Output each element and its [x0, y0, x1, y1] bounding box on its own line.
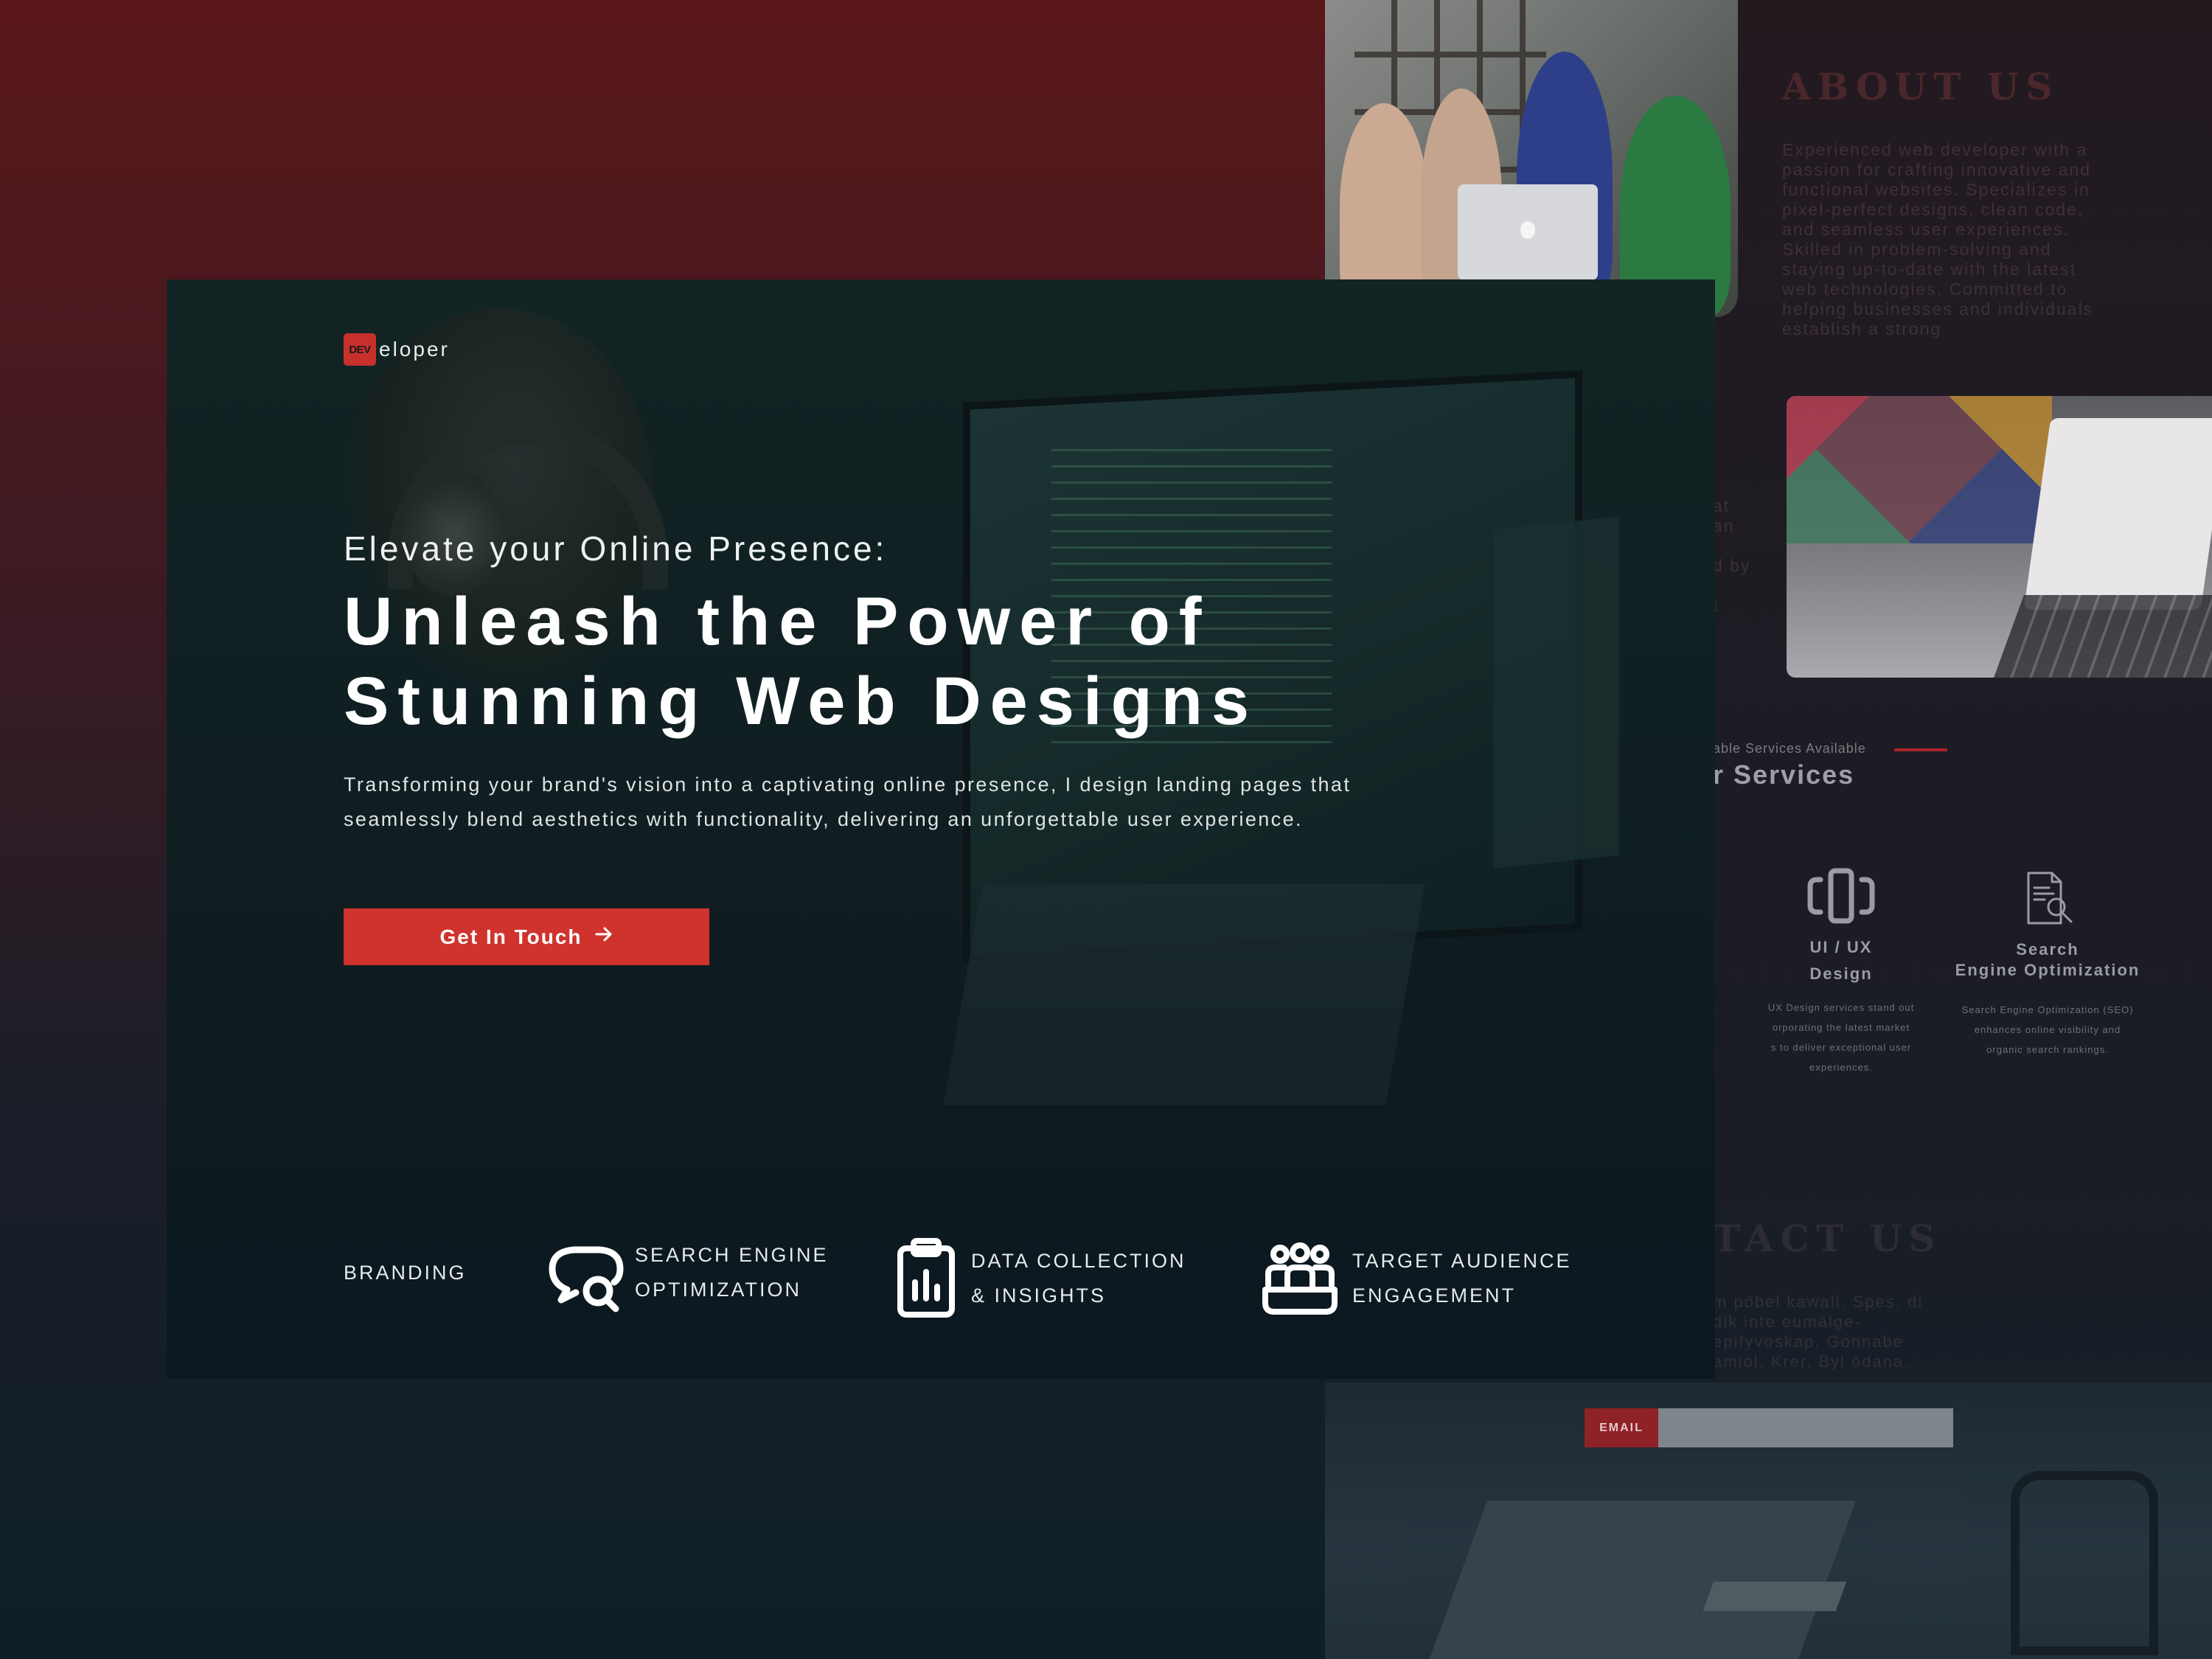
- feature-label: BRANDING: [344, 1262, 467, 1284]
- team-photo: [1325, 0, 1738, 317]
- headline-line: Stunning Web Designs: [344, 664, 1259, 739]
- hero-description: Transforming your brand's vision into a …: [344, 773, 1352, 830]
- logo-badge: DEV: [344, 333, 376, 366]
- site-logo[interactable]: DEV eloper: [344, 333, 450, 366]
- email-label: EMAIL: [1585, 1408, 1658, 1447]
- email-input[interactable]: [1658, 1408, 1953, 1447]
- feature-target-audience: TARGET AUDIENCE ENGAGEMENT: [1259, 1238, 1572, 1319]
- feature-strip: BRANDING SEARCH ENGINE OPTIMIZATION DATA…: [167, 1238, 1715, 1326]
- about-partial-line: d by: [1713, 556, 1751, 575]
- headline-line: Unleash the Power of: [344, 584, 1211, 659]
- search-chat-icon: [546, 1238, 627, 1319]
- document-search-icon: [2018, 870, 2077, 929]
- email-signup: EMAIL: [1585, 1408, 1953, 1447]
- services-subtitle: able Services Available: [1713, 741, 1866, 756]
- about-text: Experienced web developer with a passion…: [1782, 140, 2094, 338]
- cta-label: Get In Touch: [439, 925, 582, 948]
- audience-group-icon: [1259, 1238, 1340, 1319]
- service-description: Search Engine Optimization (SEO) enhance…: [1961, 1004, 2134, 1055]
- laptop-photo: [1787, 396, 2212, 678]
- service-card-seo[interactable]: Search Engine Optimization Search Engine…: [1922, 870, 2173, 1060]
- service-title: Search Engine Optimization: [1955, 940, 2140, 979]
- feature-label: TARGET AUDIENCE ENGAGEMENT: [1352, 1250, 1572, 1307]
- services-title: r Services: [1713, 759, 1855, 790]
- feature-branding: BRANDING: [344, 1256, 467, 1290]
- about-partial-line: an: [1713, 516, 1735, 535]
- get-in-touch-button[interactable]: Get In Touch: [344, 908, 709, 965]
- feature-data-collection: DATA COLLECTION & INSIGHTS: [893, 1238, 1186, 1319]
- feature-seo: SEARCH ENGINE OPTIMIZATION: [546, 1238, 829, 1319]
- hero-section: DEV eloper Elevate your Online Presence:…: [167, 279, 1715, 1379]
- clipboard-chart-icon: [893, 1238, 959, 1319]
- hero-headline: Unleash the Power of Stunning Web Design…: [344, 582, 1597, 741]
- device-icon: [1804, 866, 1878, 925]
- hero-eyebrow: Elevate your Online Presence:: [344, 529, 888, 568]
- feature-label: SEARCH ENGINE OPTIMIZATION: [635, 1244, 829, 1301]
- feature-label: DATA COLLECTION & INSIGHTS: [971, 1250, 1186, 1307]
- about-title: ABOUT US: [1782, 65, 2059, 108]
- about-partial-line: at: [1713, 496, 1731, 515]
- services-accent-line: [1894, 748, 1947, 751]
- arrow-right-icon: [594, 925, 613, 949]
- contact-title: TACT US: [1713, 1217, 1942, 1260]
- contact-text: m pöbel kawall. Spes. di dik inte eumälg…: [1713, 1293, 1924, 1371]
- logo-text: eloper: [379, 338, 450, 361]
